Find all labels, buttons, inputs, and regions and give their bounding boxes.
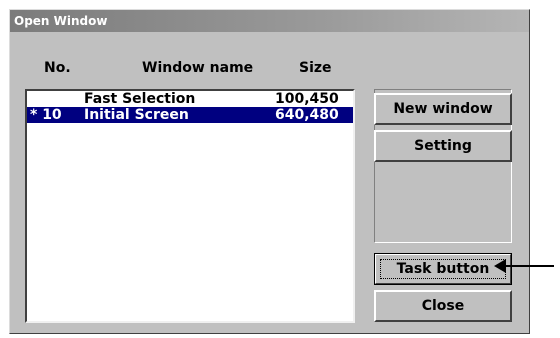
dialog-title: Open Window — [10, 10, 529, 32]
column-header-window-name: Window name — [142, 60, 254, 76]
list-item-name: Initial Screen — [84, 107, 189, 123]
list-item-selected[interactable]: * 10 Initial Screen 640,480 — [27, 107, 353, 123]
open-window-dialog: Open Window No. Window name Size Fast Se… — [9, 9, 530, 334]
close-button-label: Close — [421, 298, 465, 314]
new-window-button[interactable]: New window — [374, 93, 512, 125]
close-button[interactable]: Close — [374, 290, 512, 322]
list-item-size: 100,450 — [275, 91, 339, 107]
task-button[interactable]: Task button — [374, 253, 512, 285]
window-list[interactable]: Fast Selection 100,450 * 10 Initial Scre… — [25, 89, 355, 323]
new-window-button-label: New window — [393, 101, 493, 117]
list-item-no: * 10 — [30, 107, 62, 123]
list-item-name: Fast Selection — [84, 91, 196, 107]
list-item[interactable]: Fast Selection 100,450 — [27, 91, 353, 107]
pointer-arrow-icon — [494, 259, 554, 273]
list-item-size: 640,480 — [275, 107, 339, 123]
setting-button-label: Setting — [414, 138, 472, 154]
column-header-no: No. — [44, 60, 71, 76]
column-header-size: Size — [299, 60, 332, 76]
task-button-label: Task button — [396, 261, 490, 277]
setting-button[interactable]: Setting — [374, 130, 512, 162]
